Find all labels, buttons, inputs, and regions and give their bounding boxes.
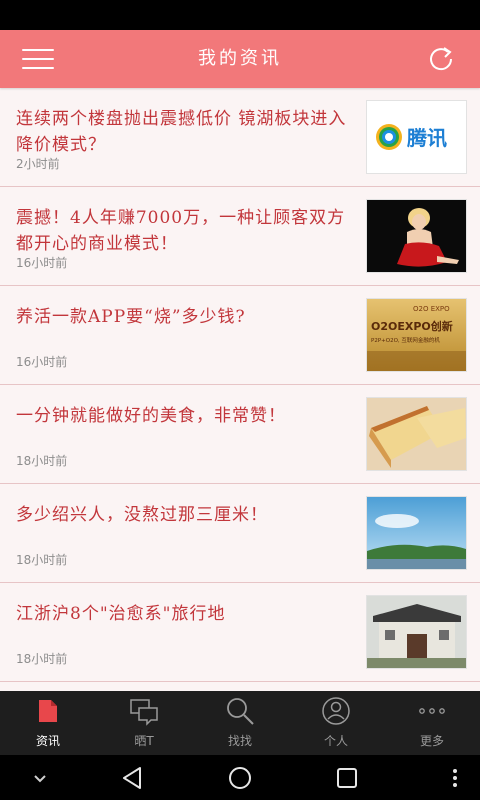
news-thumbnail-scenery <box>366 496 467 570</box>
news-document-icon <box>39 700 57 722</box>
system-nav-bar <box>0 755 480 800</box>
news-item[interactable]: 江浙沪8个"治愈系"旅行地 18小时前 <box>0 583 480 682</box>
news-time: 16小时前 <box>16 256 68 270</box>
tab-share[interactable]: 晒T <box>96 691 192 755</box>
chat-bubbles-icon <box>130 699 158 726</box>
tab-label: 个人 <box>323 734 348 748</box>
tab-more[interactable]: 更多 <box>384 691 480 755</box>
news-title: 震撼！4人年赚7000万，一种让顾客双方都开心的商业模式！ <box>16 208 346 254</box>
news-item[interactable]: 震撼！4人年赚7000万，一种让顾客双方都开心的商业模式！ 16小时前 <box>0 187 480 286</box>
news-time: 16小时前 <box>16 355 68 369</box>
tab-search[interactable]: 找找 <box>192 691 288 755</box>
news-list: 连续两个楼盘抛出震撼低价 镜湖板块进入降价模式？ 2小时前 腾讯 震撼！4人年赚… <box>0 88 480 691</box>
news-time: 18小时前 <box>16 652 68 666</box>
bottom-tab-bar: 资讯 晒T 找找 个人 更多 <box>0 691 480 755</box>
refresh-icon[interactable] <box>426 44 456 74</box>
expo-banner-title: O2OEXPO创新 <box>371 319 453 333</box>
news-item[interactable]: 多少绍兴人，没熬过那三厘米！ 18小时前 <box>0 484 480 583</box>
news-title: 连续两个楼盘抛出震撼低价 镜湖板块进入降价模式？ <box>16 109 347 155</box>
tencent-logo-text: 腾讯 <box>407 126 447 150</box>
news-thumbnail-old-town <box>366 595 467 669</box>
more-dots-icon <box>419 708 445 714</box>
news-thumbnail-expo: O2O EXPO O2OEXPO创新 P2P+O2O, 互联网金融的机 <box>366 298 467 372</box>
user-icon <box>322 697 350 725</box>
home-icon[interactable] <box>225 763 255 793</box>
tab-label: 晒T <box>134 734 154 748</box>
tab-label: 找找 <box>227 734 252 748</box>
news-thumbnail-woman <box>366 199 467 273</box>
news-time: 2小时前 <box>16 157 60 171</box>
tab-news[interactable]: 资讯 <box>0 691 96 755</box>
news-time: 18小时前 <box>16 454 68 468</box>
expo-banner-tag: O2O EXPO <box>413 305 450 313</box>
app-header: 我的资讯 <box>0 30 480 88</box>
news-item[interactable]: 一分钟就能做好的美食，非常赞！ 18小时前 <box>0 385 480 484</box>
news-title: 多少绍兴人，没熬过那三厘米！ <box>16 505 268 525</box>
news-title: 养活一款APP要“烧”多少钱? <box>16 307 246 327</box>
tab-profile[interactable]: 个人 <box>288 691 384 755</box>
overflow-menu-icon[interactable] <box>440 763 470 793</box>
status-bar <box>0 0 480 30</box>
news-item[interactable]: 养活一款APP要“烧”多少钱? 16小时前 O2O EXPO O2OEXPO创新… <box>0 286 480 385</box>
tab-label: 更多 <box>419 734 444 748</box>
news-title: 一分钟就能做好的美食，非常赞！ <box>16 406 286 426</box>
page-title: 我的资讯 <box>198 48 282 69</box>
chevron-down-icon[interactable] <box>25 763 55 793</box>
news-thumbnail-cake <box>366 397 467 471</box>
back-icon[interactable] <box>118 763 148 793</box>
news-item[interactable]: 连续两个楼盘抛出震撼低价 镜湖板块进入降价模式？ 2小时前 腾讯 <box>0 88 480 187</box>
recent-apps-icon[interactable] <box>332 763 362 793</box>
news-time: 18小时前 <box>16 553 68 567</box>
expo-banner-subtitle: P2P+O2O, 互联网金融的机 <box>371 336 440 344</box>
news-thumbnail-tencent: 腾讯 <box>366 100 467 174</box>
search-icon <box>227 698 254 725</box>
tab-label: 资讯 <box>35 734 60 748</box>
news-title: 江浙沪8个"治愈系"旅行地 <box>16 604 226 624</box>
